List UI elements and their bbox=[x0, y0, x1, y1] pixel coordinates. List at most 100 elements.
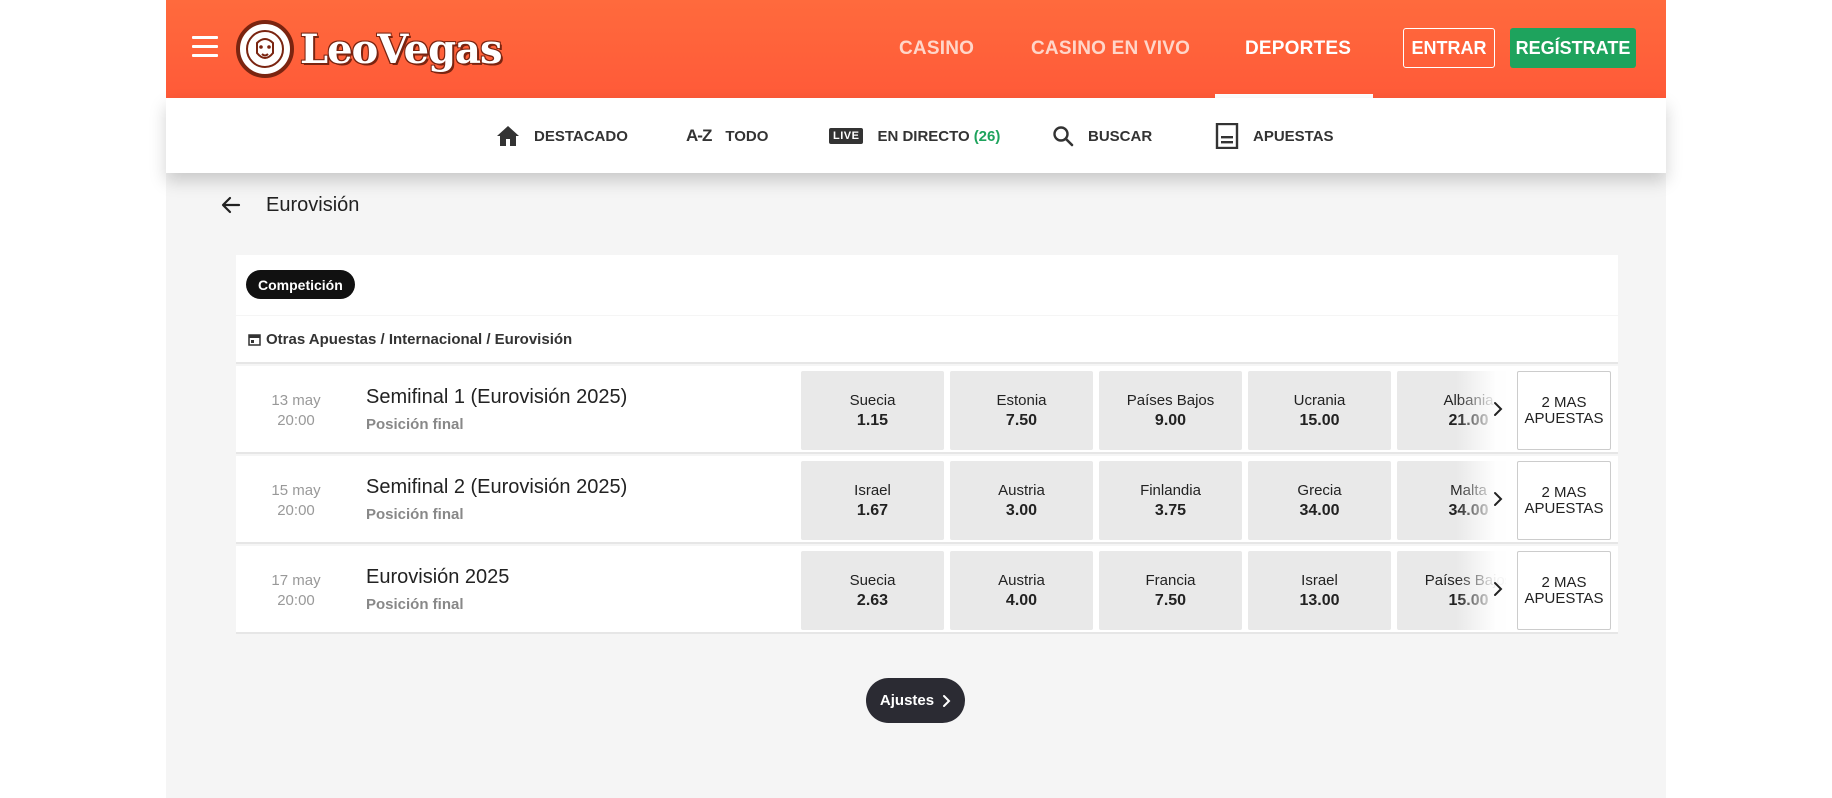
back-arrow-icon[interactable] bbox=[220, 194, 242, 216]
calendar-icon bbox=[248, 333, 261, 346]
odds-button[interactable]: Suecia 2.63 bbox=[801, 551, 944, 630]
event-time: 20:00 bbox=[277, 502, 315, 519]
event-datetime: 17 may 20:00 bbox=[256, 571, 336, 611]
outcome-name: Francia bbox=[1145, 571, 1196, 589]
event-row[interactable]: 15 may 20:00 Semifinal 2 (Eurovisión 2025)… bbox=[236, 456, 1618, 544]
outcome-price: 15.00 bbox=[1299, 411, 1340, 429]
more-bets-label: APUESTAS bbox=[1524, 589, 1604, 607]
event-date: 13 may bbox=[271, 392, 321, 409]
top-header: LeoVegas CASINO CASINO EN VIVO DEPORTES … bbox=[166, 0, 1666, 98]
chevron-right-icon[interactable] bbox=[1491, 490, 1505, 508]
odds-button[interactable]: Austria 4.00 bbox=[950, 551, 1093, 630]
more-bets-label: APUESTAS bbox=[1524, 499, 1604, 517]
nav-casino-en-vivo[interactable]: CASINO EN VIVO bbox=[1031, 38, 1190, 60]
event-time: 20:00 bbox=[277, 592, 315, 609]
event-title[interactable]: Semifinal 1 (Eurovisión 2025) bbox=[366, 386, 627, 409]
outcome-price: 3.75 bbox=[1154, 501, 1187, 519]
live-icon: LIVE bbox=[829, 128, 864, 144]
odds-button[interactable]: Estonia 7.50 bbox=[950, 371, 1093, 450]
subnav-label: TODO bbox=[725, 127, 769, 145]
outcome-name: Albania bbox=[1443, 391, 1494, 409]
breadcrumb-text: Otras Apuestas / Internacional / Eurovis… bbox=[266, 330, 573, 348]
odds-carousel: Israel 1.67 Austria 3.00 Finlandia 3.75 Grecia… bbox=[801, 461, 1506, 540]
odds-button[interactable]: Finlandia 3.75 bbox=[1099, 461, 1242, 540]
outcome-price: 1.67 bbox=[856, 501, 889, 519]
nav-casino[interactable]: CASINO bbox=[899, 38, 974, 60]
home-icon bbox=[496, 125, 520, 147]
sports-subnav: DESTACADO A-Z TODO LIVE EN DIRECTO (26) … bbox=[166, 98, 1666, 173]
filter-bar: Competición bbox=[236, 255, 1618, 315]
more-bets-button[interactable]: 2 MAS APUESTAS bbox=[1517, 461, 1611, 540]
subnav-label: DESTACADO bbox=[534, 127, 628, 145]
outcome-name: Malta bbox=[1450, 481, 1487, 499]
subnav-en-directo[interactable]: LIVE EN DIRECTO (26) bbox=[829, 120, 1000, 152]
outcome-name: Grecia bbox=[1297, 481, 1342, 499]
outcome-price: 34.00 bbox=[1448, 501, 1489, 519]
odds-button[interactable]: Grecia 34.00 bbox=[1248, 461, 1391, 540]
odds-button[interactable]: Países Bajos 9.00 bbox=[1099, 371, 1242, 450]
event-row[interactable]: 17 may 20:00 Eurovisión 2025 Posición final… bbox=[236, 546, 1618, 634]
a-z-icon: A-Z bbox=[686, 126, 712, 145]
outcome-name: Austria bbox=[998, 481, 1045, 499]
odds-button[interactable]: Albania 21.00 bbox=[1397, 371, 1506, 450]
lion-icon bbox=[236, 20, 294, 78]
odds-button[interactable]: Países Bajos 15.00 bbox=[1397, 551, 1506, 630]
outcome-name: Suecia bbox=[849, 391, 896, 409]
login-button[interactable]: ENTRAR bbox=[1403, 28, 1495, 68]
subnav-buscar[interactable]: BUSCAR bbox=[1052, 120, 1152, 152]
outcome-price: 7.50 bbox=[1154, 591, 1187, 609]
betslip-icon bbox=[1215, 123, 1239, 149]
event-title[interactable]: Eurovisión 2025 bbox=[366, 566, 509, 589]
chevron-right-icon[interactable] bbox=[1491, 400, 1505, 418]
events-panel: Competición Otras Apuestas / Internacion… bbox=[236, 255, 1618, 635]
more-bets-button[interactable]: 2 MAS APUESTAS bbox=[1517, 371, 1611, 450]
odds-button[interactable]: Francia 7.50 bbox=[1099, 551, 1242, 630]
brand-name: LeoVegas bbox=[300, 25, 502, 73]
outcome-price: 2.63 bbox=[856, 591, 889, 609]
odds-button[interactable]: Austria 3.00 bbox=[950, 461, 1093, 540]
more-bets-count: 2 MAS bbox=[1541, 573, 1587, 591]
outcome-name: Austria bbox=[998, 571, 1045, 589]
subnav-todo[interactable]: A-Z TODO bbox=[686, 120, 768, 152]
search-icon bbox=[1052, 125, 1074, 147]
more-bets-label: APUESTAS bbox=[1524, 409, 1604, 427]
event-date: 15 may bbox=[271, 482, 321, 499]
odds-button[interactable]: Israel 1.67 bbox=[801, 461, 944, 540]
outcome-price: 34.00 bbox=[1299, 501, 1340, 519]
event-datetime: 15 may 20:00 bbox=[256, 481, 336, 521]
outcome-price: 13.00 bbox=[1299, 591, 1340, 609]
competition-breadcrumb[interactable]: Otras Apuestas / Internacional / Eurovis… bbox=[236, 316, 1618, 364]
page: LeoVegas CASINO CASINO EN VIVO DEPORTES … bbox=[166, 0, 1666, 798]
subnav-destacado[interactable]: DESTACADO bbox=[496, 120, 628, 152]
event-datetime: 13 may 20:00 bbox=[256, 391, 336, 431]
event-market: Posición final bbox=[366, 596, 464, 613]
subnav-label: EN DIRECTO bbox=[877, 127, 970, 145]
register-button[interactable]: REGÍSTRATE bbox=[1510, 28, 1636, 68]
more-bets-count: 2 MAS bbox=[1541, 483, 1587, 501]
event-title[interactable]: Semifinal 2 (Eurovisión 2025) bbox=[366, 476, 627, 499]
odds-button[interactable]: Israel 13.00 bbox=[1248, 551, 1391, 630]
outcome-price: 1.15 bbox=[856, 411, 889, 429]
settings-button[interactable]: Ajustes bbox=[866, 678, 965, 723]
outcome-name: Ucrania bbox=[1293, 391, 1346, 409]
event-row[interactable]: 13 may 20:00 Semifinal 1 (Eurovisión 2025)… bbox=[236, 366, 1618, 454]
chevron-right-icon bbox=[943, 694, 951, 707]
filter-chip-competicion[interactable]: Competición bbox=[246, 270, 355, 299]
odds-carousel: Suecia 2.63 Austria 4.00 Francia 7.50 Israel 13… bbox=[801, 551, 1506, 630]
nav-deportes[interactable]: DEPORTES bbox=[1245, 38, 1351, 60]
event-date: 17 may bbox=[271, 572, 321, 589]
event-market: Posición final bbox=[366, 506, 464, 523]
more-bets-button[interactable]: 2 MAS APUESTAS bbox=[1517, 551, 1611, 630]
subnav-label: BUSCAR bbox=[1088, 127, 1153, 145]
settings-label: Ajustes bbox=[879, 692, 935, 709]
chevron-right-icon[interactable] bbox=[1491, 580, 1505, 598]
event-time: 20:00 bbox=[277, 412, 315, 429]
subnav-apuestas[interactable]: APUESTAS bbox=[1215, 120, 1334, 152]
outcome-name: Finlandia bbox=[1140, 481, 1201, 499]
odds-carousel: Suecia 1.15 Estonia 7.50 Países Bajos 9.00 Ucr… bbox=[801, 371, 1506, 450]
odds-button[interactable]: Suecia 1.15 bbox=[801, 371, 944, 450]
menu-icon[interactable] bbox=[192, 36, 218, 58]
brand-logo[interactable]: LeoVegas bbox=[236, 18, 502, 80]
odds-button[interactable]: Malta 34.00 bbox=[1397, 461, 1506, 540]
odds-button[interactable]: Ucrania 15.00 bbox=[1248, 371, 1391, 450]
